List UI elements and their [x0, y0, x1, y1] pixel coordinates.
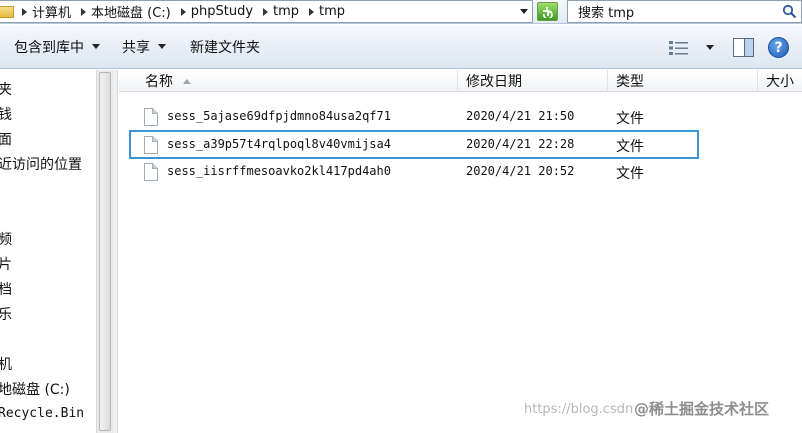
chevron-right-icon[interactable] — [309, 7, 315, 16]
column-header-type[interactable]: 类型 — [608, 70, 758, 92]
pane-splitter[interactable] — [113, 70, 118, 433]
new-folder-label: 新建文件夹 — [190, 39, 260, 56]
nav-item-computer[interactable]: 机 — [0, 354, 12, 374]
include-in-library-button[interactable]: 包含到库中 — [6, 32, 108, 62]
address-bar-row: 计算机 本地磁盘 (C:) phpStudy tmp tmp 搜索 tmp — [0, 0, 802, 24]
nav-item-favorites[interactable]: 夹 — [0, 79, 12, 99]
watermark-brand: @稀土掘金技术社区 — [634, 400, 770, 418]
chevron-down-icon — [92, 44, 100, 49]
chevron-right-icon[interactable] — [180, 7, 186, 16]
nav-item-downloads[interactable]: 钱 — [0, 104, 12, 124]
search-input[interactable]: 搜索 tmp — [567, 0, 802, 23]
file-type: 文件 — [616, 111, 644, 127]
breadcrumb-tmp[interactable]: tmp — [255, 1, 301, 22]
header-spacer — [119, 70, 137, 92]
column-modified-label: 修改日期 — [466, 74, 522, 90]
scrollbar-thumb[interactable] — [99, 72, 111, 431]
breadcrumb-local-disk[interactable]: 本地磁盘 (C:) — [73, 1, 173, 22]
preview-pane-icon[interactable] — [733, 38, 754, 57]
folder-icon — [0, 5, 14, 18]
file-icon — [144, 108, 158, 126]
nav-item-recycle-bin[interactable]: Recycle.Bin — [0, 406, 84, 421]
nav-item-music[interactable]: 乐 — [0, 304, 12, 324]
column-type-label: 类型 — [616, 74, 644, 90]
new-folder-button[interactable]: 新建文件夹 — [182, 32, 268, 62]
navigation-scrollbar[interactable] — [96, 70, 113, 433]
highlight-annotation-box — [129, 130, 699, 159]
file-name: sess_iisrffmesoavko2kl417pd4ah0 — [167, 164, 391, 178]
file-row[interactable]: sess_5ajase69dfpjdmno84usa2qf71 2020/4/2… — [119, 104, 802, 130]
column-header-size[interactable]: 大小 — [758, 70, 802, 92]
address-bar[interactable]: 计算机 本地磁盘 (C:) phpStudy tmp tmp — [0, 0, 533, 23]
column-name-label: 名称 — [145, 74, 173, 90]
column-header-modified[interactable]: 修改日期 — [458, 70, 608, 92]
file-modified-date: 2020/4/21 21:50 — [466, 109, 575, 123]
nav-item-local-disk[interactable]: 地磁盘 (C:) — [0, 379, 70, 399]
search-icon[interactable] — [782, 4, 797, 19]
file-type: 文件 — [616, 166, 644, 182]
breadcrumb-phpstudy[interactable]: phpStudy — [173, 1, 255, 22]
help-icon[interactable]: ? — [768, 37, 789, 58]
view-options-icon[interactable] — [668, 39, 690, 57]
chevron-right-icon[interactable] — [263, 7, 269, 16]
search-placeholder: 搜索 tmp — [578, 6, 635, 21]
address-history-dropdown-icon[interactable] — [520, 9, 528, 14]
breadcrumb-computer[interactable]: 计算机 — [14, 1, 73, 22]
nav-item-desktop[interactable]: 面 — [0, 129, 12, 149]
nav-item-pictures[interactable]: 片 — [0, 254, 12, 274]
chevron-down-icon — [158, 44, 166, 49]
file-list-header: 名称 修改日期 类型 大小 — [119, 70, 802, 92]
watermark-url: https://blog.csdn — [524, 402, 634, 417]
column-header-name[interactable]: 名称 — [137, 70, 458, 92]
nav-item-recent-places[interactable]: 近访问的位置 — [0, 154, 82, 174]
file-icon — [144, 163, 158, 181]
chevron-right-icon[interactable] — [22, 7, 27, 16]
breadcrumb-tmp-current[interactable]: tmp — [301, 1, 347, 22]
share-button[interactable]: 共享 — [114, 32, 174, 62]
share-label: 共享 — [122, 39, 150, 56]
file-name: sess_5ajase69dfpjdmno84usa2qf71 — [167, 109, 391, 123]
file-modified-date: 2020/4/21 20:52 — [466, 164, 575, 178]
nav-item-videos[interactable]: 频 — [0, 229, 12, 249]
include-in-library-label: 包含到库中 — [14, 39, 84, 56]
chevron-right-icon[interactable] — [81, 7, 87, 16]
refresh-icon — [543, 7, 553, 18]
file-row[interactable]: sess_iisrffmesoavko2kl417pd4ah0 2020/4/2… — [119, 159, 802, 185]
sort-ascending-icon — [183, 78, 191, 84]
column-size-label: 大小 — [766, 74, 794, 90]
nav-item-documents[interactable]: 档 — [0, 279, 12, 299]
view-options-dropdown-icon[interactable] — [706, 45, 714, 50]
refresh-button[interactable] — [537, 2, 558, 21]
navigation-pane: 夹 钱 面 近访问的位置 频 片 档 乐 机 地磁盘 (C:) Recycle.… — [0, 70, 96, 433]
